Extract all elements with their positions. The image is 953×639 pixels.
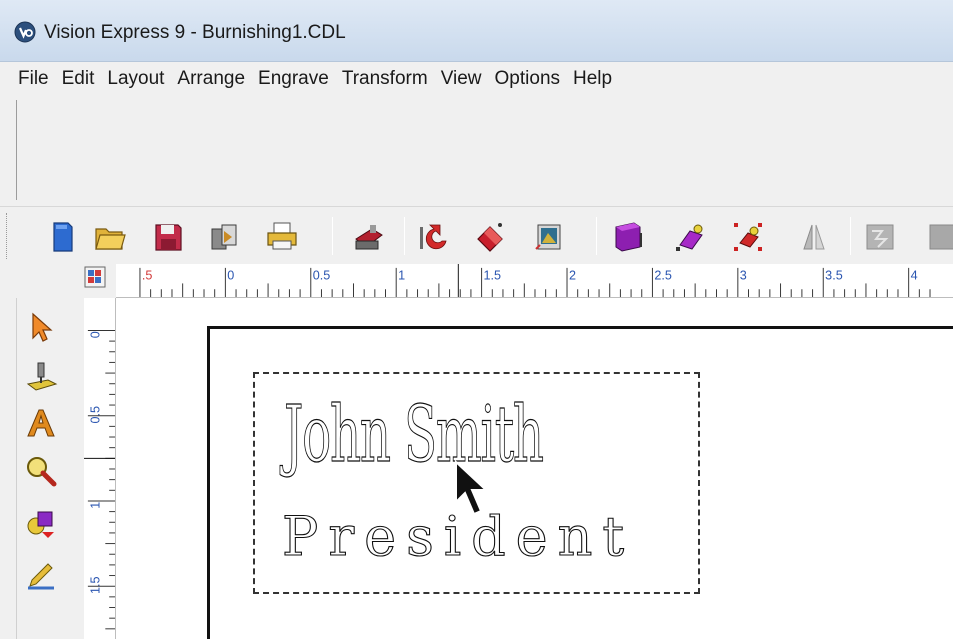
text-tool-icon[interactable] xyxy=(24,406,58,440)
horizontal-ruler: .5 0 0.5 1 1.5 2 2.5 3 3.5 4 xyxy=(116,264,953,298)
vertical-ruler: 0 0.5 1 1.5 xyxy=(84,298,116,639)
ruler-label: 0 xyxy=(227,269,234,283)
toolbar-grip[interactable] xyxy=(6,213,9,259)
toolbar-separator xyxy=(404,217,405,255)
menu-transform[interactable]: Transform xyxy=(342,68,428,90)
ruler-label: 1 xyxy=(398,269,405,283)
menu-engrave[interactable]: Engrave xyxy=(258,68,329,90)
engrave-machine-icon[interactable] xyxy=(350,219,386,255)
zoom-icon[interactable] xyxy=(24,454,58,488)
redo-icon[interactable] xyxy=(472,219,508,255)
import-icon[interactable] xyxy=(206,219,242,255)
undo-icon[interactable] xyxy=(416,219,452,255)
toolbar-separator xyxy=(596,217,597,255)
ruler-label: 2.5 xyxy=(654,269,672,283)
ruler-label: 3 xyxy=(740,269,747,283)
print-icon[interactable] xyxy=(264,219,300,255)
menu-layout[interactable]: Layout xyxy=(107,68,164,90)
menu-edit[interactable]: Edit xyxy=(62,68,95,90)
ruler-origin-icon[interactable] xyxy=(84,266,106,288)
toolbar-separator xyxy=(332,217,333,255)
ruler-label: 0 xyxy=(89,331,103,338)
ruler-label: 0.5 xyxy=(313,269,331,283)
menu-file[interactable]: File xyxy=(18,68,49,90)
mirror-icon[interactable] xyxy=(796,219,832,255)
canvas-text-name[interactable]: John Smith xyxy=(284,395,545,474)
title-bar: Vision Express 9 - Burnishing1.CDL xyxy=(0,0,953,62)
node-edit-icon[interactable] xyxy=(672,219,708,255)
ruler-label: 4 xyxy=(911,269,918,283)
menu-help[interactable]: Help xyxy=(573,68,612,90)
ruler-label: 1 xyxy=(89,502,103,509)
menu-bar: File Edit Layout Arrange Engrave Transfo… xyxy=(0,62,953,96)
toolbar-separator xyxy=(850,217,851,255)
engrave-tool-icon[interactable] xyxy=(24,360,58,394)
pointer-arrow-icon[interactable] xyxy=(24,310,58,344)
window-title: Vision Express 9 - Burnishing1.CDL xyxy=(44,22,346,43)
menu-view[interactable]: View xyxy=(441,68,482,90)
save-icon[interactable] xyxy=(150,219,186,255)
open-folder-icon[interactable] xyxy=(92,219,128,255)
disabled-tool-2-icon[interactable] xyxy=(924,219,953,255)
mouse-cursor-icon xyxy=(455,459,489,516)
app-logo-icon xyxy=(14,21,36,43)
ruler-label: 3.5 xyxy=(825,269,843,283)
cabinet-icon[interactable] xyxy=(610,219,646,255)
ruler-label: 1.5 xyxy=(484,269,502,283)
image-icon[interactable] xyxy=(530,219,566,255)
ruler-label: .5 xyxy=(142,269,153,283)
menu-arrange[interactable]: Arrange xyxy=(177,68,245,90)
property-bar xyxy=(16,100,953,200)
ruler-label: 1.5 xyxy=(89,576,103,594)
menu-options[interactable]: Options xyxy=(495,68,560,90)
pencil-icon[interactable] xyxy=(24,558,58,592)
tool-palette xyxy=(0,298,84,639)
ruler-label: 2 xyxy=(569,269,576,283)
disabled-tool-icon[interactable] xyxy=(862,219,898,255)
ruler-label: 0.5 xyxy=(89,406,103,424)
main-toolbar xyxy=(0,206,953,264)
node-select-icon[interactable] xyxy=(730,219,766,255)
shapes-icon[interactable] xyxy=(24,506,58,540)
new-document-icon[interactable] xyxy=(44,219,80,255)
